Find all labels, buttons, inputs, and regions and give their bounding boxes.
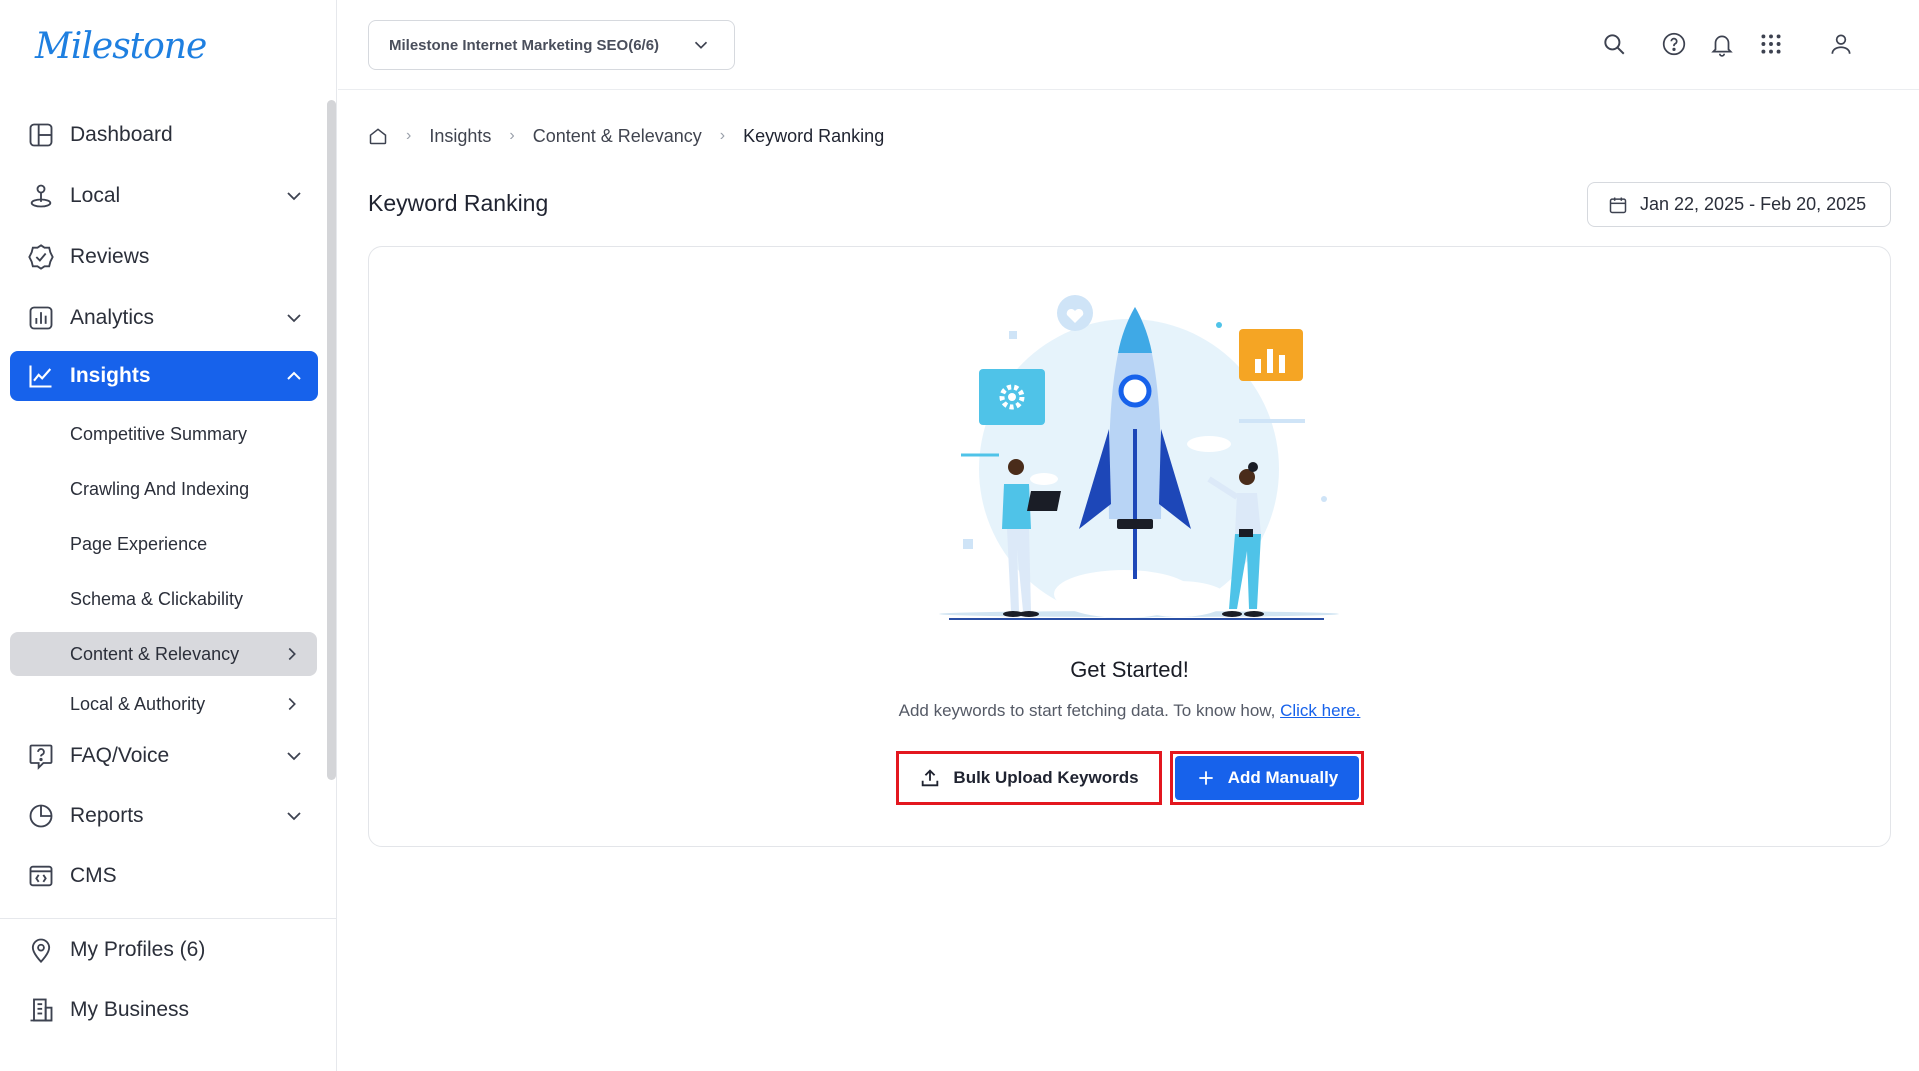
sidebar-subitem-label: Schema & Clickability	[70, 588, 244, 609]
sidebar-divider	[0, 918, 337, 919]
plus-icon	[1199, 771, 1213, 785]
sidebar-subitem-label: Crawling And Indexing	[70, 478, 250, 499]
chevron-down-icon	[287, 812, 301, 821]
sidebar-subitem-competitive-summary[interactable]: Competitive Summary	[10, 412, 317, 456]
sidebar-item-label: CMS	[70, 864, 117, 887]
user-icon[interactable]	[1827, 30, 1855, 58]
apps-grid-icon[interactable]	[1757, 30, 1785, 58]
empty-state-card: Get Started! Add keywords to start fetch…	[368, 246, 1891, 847]
sidebar-subitem-content-relevancy[interactable]: Content & Relevancy	[10, 632, 317, 676]
calendar-icon	[1609, 197, 1627, 213]
sidebar-subitem-page-experience[interactable]: Page Experience	[10, 522, 317, 566]
sidebar-item-label: Local	[70, 184, 121, 207]
chevron-down-icon	[287, 314, 301, 323]
bar-chart-icon	[26, 303, 56, 333]
empty-state-subtitle: Add keywords to start fetching data. To …	[369, 701, 1890, 721]
code-window-icon	[26, 861, 56, 891]
page-title: Keyword Ranking	[368, 190, 549, 216]
date-range-value: Jan 22, 2025 - Feb 20, 2025	[1640, 194, 1867, 214]
sidebar-item-label: Dashboard	[70, 123, 173, 146]
click-here-link[interactable]: Click here.	[1280, 701, 1360, 720]
breadcrumb-separator: ›	[719, 127, 726, 144]
breadcrumb-separator: ›	[509, 127, 515, 144]
sidebar-subitem-local-authority[interactable]: Local & Authority	[10, 682, 317, 726]
date-range-picker[interactable]: Jan 22, 2025 - Feb 20, 2025	[1587, 182, 1891, 227]
sidebar-scrollbar[interactable]	[327, 100, 336, 780]
sidebar-item-faq-voice[interactable]: FAQ/Voice	[10, 731, 318, 781]
search-icon[interactable]	[1600, 30, 1628, 58]
sidebar-item-dashboard[interactable]: Dashboard	[10, 110, 318, 160]
sidebar-subitem-schema-clickability[interactable]: Schema & Clickability	[10, 577, 317, 621]
sidebar-item-analytics[interactable]: Analytics	[10, 293, 318, 343]
bulk-upload-keywords-button[interactable]: Bulk Upload Keywords	[896, 751, 1162, 805]
sidebar-item-label: FAQ/Voice	[70, 744, 170, 767]
empty-state-title: Get Started!	[1070, 657, 1189, 682]
chevron-right-icon	[288, 647, 296, 661]
sidebar-item-label: My Profiles (6)	[70, 938, 206, 961]
sidebar-item-insights[interactable]: Insights	[10, 351, 318, 401]
profile-selector[interactable]: Milestone Internet Marketing SEO(6/6)	[368, 20, 735, 70]
help-icon[interactable]	[1660, 30, 1688, 58]
sidebar-item-label: Insights	[70, 364, 151, 387]
chevron-right-icon	[288, 697, 296, 711]
sidebar-subitem-crawling-indexing[interactable]: Crawling And Indexing	[10, 467, 317, 511]
bell-icon[interactable]	[1708, 30, 1736, 58]
breadcrumb-separator: ›	[406, 127, 412, 144]
sidebar-item-cms[interactable]: CMS	[10, 851, 318, 901]
sidebar-item-label: Reports	[70, 804, 144, 827]
top-bar: Milestone Internet Marketing SEO(6/6)	[338, 0, 1919, 90]
sidebar-item-label: My Business	[70, 998, 190, 1021]
rocket-launch-illustration	[939, 295, 1339, 620]
breadcrumb-content-relevancy[interactable]: Content & Relevancy	[533, 126, 702, 147]
location-pin-icon	[26, 181, 56, 211]
dashboard-icon	[26, 120, 56, 150]
add-manually-button[interactable]: Add Manually	[1170, 751, 1364, 805]
line-chart-icon	[26, 361, 56, 391]
breadcrumb: › Insights › Content & Relevancy › Keywo…	[368, 122, 884, 150]
sidebar-item-label: Analytics	[70, 306, 155, 329]
breadcrumb-keyword-ranking: Keyword Ranking	[743, 125, 885, 146]
chevron-down-icon	[287, 752, 301, 761]
chevron-down-icon	[694, 41, 708, 49]
add-manually-button-inner[interactable]: Add Manually	[1175, 756, 1359, 800]
badge-check-icon	[26, 242, 56, 272]
sidebar-item-my-business[interactable]: My Business	[10, 985, 318, 1035]
bulk-upload-label: Bulk Upload Keywords	[953, 768, 1139, 787]
question-bubble-icon	[26, 741, 56, 771]
breadcrumb-insights[interactable]: Insights	[429, 126, 491, 147]
home-icon[interactable]	[368, 126, 388, 146]
chevron-down-icon	[287, 192, 301, 201]
empty-state-subtitle-text: Add keywords to start fetching data. To …	[898, 701, 1276, 720]
milestone-logo[interactable]: Milestone	[35, 26, 207, 67]
building-icon	[26, 995, 56, 1025]
sidebar-subitem-label: Local & Authority	[70, 693, 206, 714]
sidebar-subitem-label: Content & Relevancy	[70, 643, 240, 664]
chevron-up-icon	[287, 371, 301, 380]
add-manually-label: Add Manually	[1227, 768, 1339, 787]
sidebar-subitem-label: Page Experience	[70, 533, 208, 554]
upload-icon	[922, 769, 939, 787]
profile-selector-value: Milestone Internet Marketing SEO(6/6)	[389, 36, 660, 54]
sidebar-subitem-label: Competitive Summary	[70, 423, 248, 444]
sidebar-item-local[interactable]: Local	[10, 171, 318, 221]
pie-chart-icon	[26, 801, 56, 831]
sidebar-item-reviews[interactable]: Reviews	[10, 232, 318, 282]
sidebar-item-reports[interactable]: Reports	[10, 791, 318, 841]
sidebar-item-my-profiles[interactable]: My Profiles (6)	[10, 925, 318, 975]
map-pin-icon	[26, 935, 56, 965]
sidebar: Milestone Dashboard Local Reviews Analyt…	[0, 0, 337, 1071]
sidebar-item-label: Reviews	[70, 245, 150, 268]
